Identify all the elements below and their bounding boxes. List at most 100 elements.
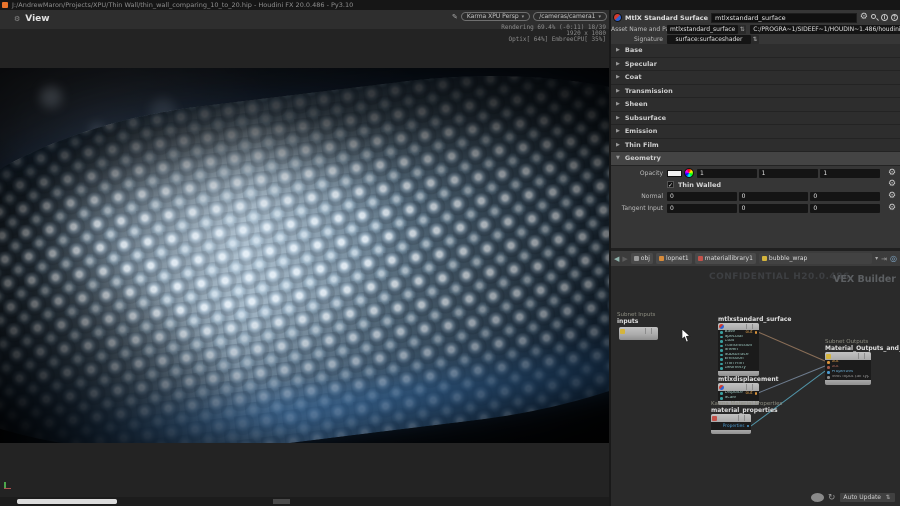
- section-label: Sheen: [624, 100, 648, 109]
- render-image[interactable]: [0, 68, 609, 443]
- section-specular[interactable]: ▶ Specular: [611, 57, 900, 71]
- pane-menu-icon[interactable]: ⚙: [14, 15, 20, 23]
- network-editor-pane: ◀ ▶ obj lopnet1 materiallibrary1 bubble_…: [611, 251, 900, 506]
- karma-properties-icon: [712, 415, 717, 421]
- gear-icon[interactable]: ⚙: [884, 180, 900, 189]
- section-transmission[interactable]: ▶ Transmission: [611, 84, 900, 98]
- input-dot: [720, 358, 723, 361]
- tangent-label: Tangent Input: [621, 205, 663, 212]
- auto-update-button[interactable]: Auto Update ⇅: [839, 492, 896, 503]
- row-label: Displacement: [724, 391, 744, 396]
- asset-path-dropdown[interactable]: C:/PROGRA~1/SIDEEF~1/HOUDIN~1.486/houdin…: [750, 25, 900, 34]
- thin-walled-checkbox[interactable]: ✓: [667, 181, 674, 189]
- opacity-r-field[interactable]: 1: [697, 168, 757, 178]
- node-row: Displacement out: [718, 391, 759, 396]
- network-canvas[interactable]: CONFIDENTIAL H20.0.486 VEX Builder Subne…: [611, 266, 900, 506]
- flag-divider: [744, 415, 745, 421]
- collapse-icon: ▶: [616, 74, 620, 81]
- search-icon[interactable]: [871, 14, 879, 21]
- section-thin-film[interactable]: ▶ Thin Film: [611, 138, 900, 152]
- breadcrumb-bubble-wrap[interactable]: bubble_wrap: [758, 253, 873, 264]
- tangent-z-field[interactable]: 0: [810, 204, 881, 213]
- gear-icon[interactable]: ⚙: [884, 168, 900, 178]
- normal-x-field[interactable]: 0: [667, 192, 737, 201]
- houdini-logo-icon: [2, 2, 8, 8]
- wire-surface-out: [757, 331, 826, 362]
- tangent-x-field[interactable]: 0: [667, 204, 737, 213]
- breadcrumb-lopnet1[interactable]: lopnet1: [655, 253, 692, 264]
- scrollbar-thumb[interactable]: [17, 499, 117, 504]
- axis-gnomon: [4, 480, 13, 489]
- snapshot-icon[interactable]: ◎: [890, 254, 897, 263]
- section-geometry[interactable]: ▼ Geometry: [611, 152, 900, 166]
- comment-bubble-icon[interactable]: [810, 493, 824, 502]
- camera-dropdown[interactable]: /cameras/camera1 ▾: [533, 12, 607, 21]
- node-mtlxstandard-surface[interactable]: Base out Specular Coat Transmission Shee…: [718, 323, 759, 376]
- forward-button[interactable]: ▶: [622, 254, 627, 264]
- flag-divider: [746, 324, 747, 329]
- out-port: out: [745, 330, 757, 335]
- viewport-controls: ✎ Karma XPU Persp ▾ /cameras/camera1 ▾: [452, 12, 607, 21]
- gear-icon[interactable]: ⚙: [860, 13, 868, 22]
- collapse-icon: ▶: [616, 128, 620, 135]
- section-label: Specular: [624, 59, 657, 68]
- section-base[interactable]: ▶ Base: [611, 44, 900, 58]
- spinner-icon[interactable]: ⇅: [751, 35, 759, 44]
- input-dot: [720, 331, 723, 334]
- normal-z-field[interactable]: 0: [810, 192, 881, 201]
- parameter-header-icons: ⚙ i ?: [860, 13, 898, 22]
- viewport-pane: ⚙ View ✎ Karma XPU Persp ▾ /cameras/came…: [0, 10, 609, 506]
- node-inputs[interactable]: [619, 327, 658, 340]
- help-icon[interactable]: ?: [891, 14, 898, 21]
- gear-icon[interactable]: ⚙: [884, 192, 900, 201]
- viewport-scrollbar[interactable]: [0, 497, 609, 506]
- view-tab-label: View: [25, 14, 50, 24]
- collapse-icon: ▶: [616, 87, 620, 94]
- opacity-g-field[interactable]: 1: [758, 168, 819, 178]
- breadcrumb-obj[interactable]: obj: [630, 253, 653, 264]
- node-name-input[interactable]: [711, 12, 857, 23]
- input-dot: [720, 349, 723, 352]
- gear-icon[interactable]: ⚙: [884, 204, 900, 213]
- section-emission[interactable]: ▶ Emission: [611, 125, 900, 139]
- flag-divider: [746, 384, 747, 390]
- tab-view[interactable]: ⚙ View: [14, 14, 50, 24]
- opacity-color-swatch[interactable]: [667, 169, 682, 177]
- row-label: Geometry: [724, 366, 746, 370]
- node-material-outputs[interactable]: out out Properties next input (all types…: [825, 352, 871, 385]
- normal-y-field[interactable]: 0: [738, 192, 809, 201]
- spinner-icon[interactable]: ⇅: [738, 25, 747, 34]
- refresh-icon[interactable]: ↻: [828, 493, 836, 503]
- output-dot: [754, 331, 757, 334]
- collapse-icon: ▶: [616, 47, 620, 54]
- section-sheen[interactable]: ▶ Sheen: [611, 98, 900, 112]
- breadcrumb-materiallibrary1[interactable]: materiallibrary1: [694, 253, 756, 264]
- renderer-dropdown[interactable]: Karma XPU Persp ▾: [460, 12, 531, 21]
- subnet-inputs-icon: [620, 328, 625, 334]
- asset-name-dropdown[interactable]: mtlxstandard_surface ⇅: [667, 25, 747, 34]
- scrollbar-block[interactable]: [273, 499, 290, 504]
- node-material-properties[interactable]: Properties: [711, 414, 751, 434]
- path-dropdown-icon[interactable]: ▾: [875, 255, 878, 262]
- output-dot: [746, 424, 749, 428]
- node-footer: [711, 430, 751, 434]
- parameter-sections: ▶ Base ▶ Specular ▶ Coat ▶ Transmission …: [611, 44, 900, 166]
- opacity-b-field[interactable]: 1: [820, 168, 881, 178]
- edit-camera-icon[interactable]: ✎: [452, 13, 458, 21]
- window-title: J:/AndrewMaron/Projects/XPU/Thin Wall/th…: [12, 1, 354, 9]
- input-dot: [720, 392, 723, 395]
- color-wheel-icon[interactable]: [684, 168, 694, 178]
- tangent-y-field[interactable]: 0: [738, 204, 809, 213]
- section-coat[interactable]: ▶ Coat: [611, 71, 900, 85]
- back-button[interactable]: ◀: [614, 254, 619, 264]
- flag-divider: [738, 415, 739, 421]
- displacement-name-label: mtlxdisplacement: [718, 376, 779, 383]
- node-footer: [825, 380, 871, 385]
- section-subsurface[interactable]: ▶ Subsurface: [611, 111, 900, 125]
- breadcrumb-label: bubble_wrap: [768, 255, 808, 262]
- pin-to-node-icon[interactable]: ⇥: [881, 255, 887, 263]
- signature-dropdown[interactable]: surface:surfaceshader (1.0.1) ⇅: [667, 35, 759, 52]
- parameter-header: MtlX Standard Surface ⚙ i ?: [613, 12, 898, 23]
- network-footer-controls: ↻ Auto Update ⇅: [810, 492, 896, 503]
- info-icon[interactable]: i: [881, 14, 888, 21]
